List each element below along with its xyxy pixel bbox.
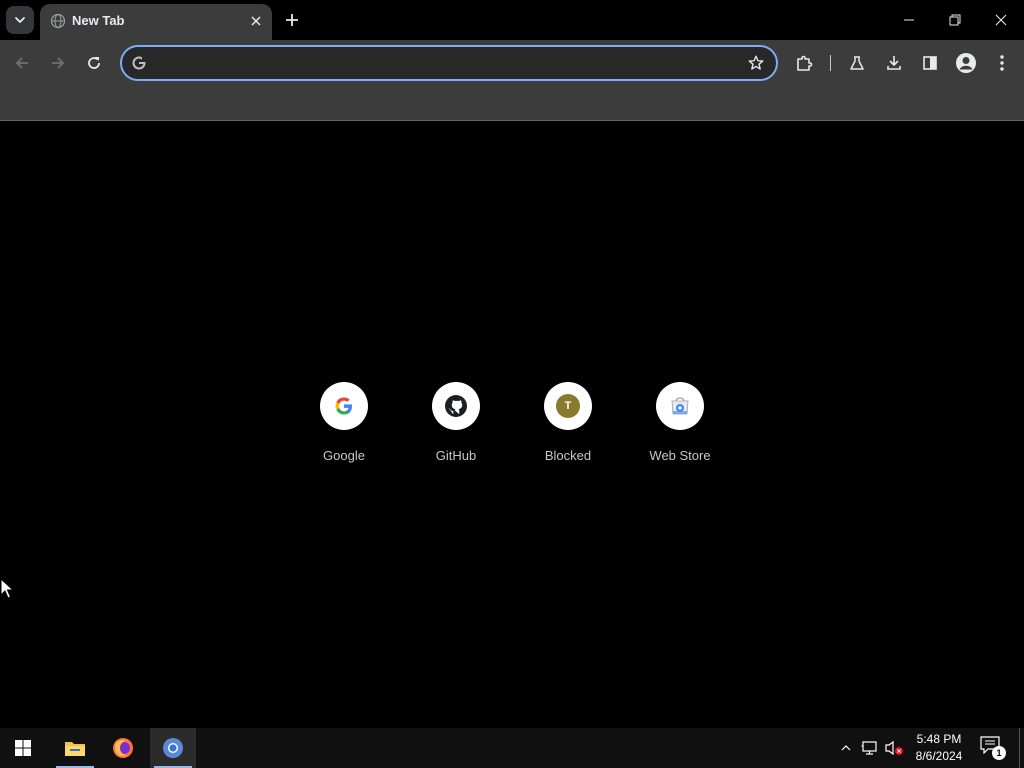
- google-icon: [335, 397, 352, 415]
- browser-title-bar: New Tab: [0, 0, 1024, 40]
- chevron-up-icon: [841, 745, 851, 751]
- minimize-icon: [904, 19, 914, 21]
- taskbar-firefox[interactable]: [100, 728, 146, 768]
- side-panel-button[interactable]: [916, 49, 944, 77]
- network-button[interactable]: [860, 738, 880, 758]
- side-panel-icon: [923, 56, 937, 70]
- shortcut-label: Web Store: [649, 448, 711, 463]
- shortcut-label: Google: [323, 448, 365, 463]
- bookmarks-bar: [0, 85, 1024, 121]
- shortcut-label: GitHub: [435, 448, 477, 463]
- google-g-icon: [132, 56, 147, 70]
- shortcut-icon-tile: T: [544, 382, 592, 430]
- menu-button[interactable]: [988, 49, 1016, 77]
- puzzle-icon: [797, 55, 813, 71]
- shortcut-label: Blocked: [544, 448, 592, 463]
- file-explorer-icon: [65, 742, 85, 756]
- github-icon: [445, 395, 467, 417]
- volume-muted-icon: [885, 740, 903, 756]
- show-desktop-button[interactable]: [1019, 728, 1024, 768]
- browser-toolbar: [0, 40, 1024, 85]
- extensions-button[interactable]: [790, 49, 818, 77]
- close-icon: [995, 14, 1007, 26]
- tab-search-button[interactable]: [6, 6, 34, 34]
- taskbar-file-explorer[interactable]: [52, 728, 98, 768]
- new-tab-page: Google GitHub T Blocked Web Store: [0, 121, 1024, 728]
- shortcut-blocked[interactable]: T Blocked: [512, 375, 624, 475]
- notification-count-badge: 1: [992, 746, 1006, 760]
- arrow-right-icon: [52, 57, 65, 69]
- firefox-icon: [113, 738, 133, 758]
- close-window-button[interactable]: [978, 0, 1024, 40]
- start-button[interactable]: [0, 728, 46, 768]
- chrome-icon: [163, 738, 183, 758]
- arrow-left-icon: [15, 57, 28, 69]
- shortcut-icon-tile: [432, 382, 480, 430]
- show-hidden-icons-button[interactable]: [836, 738, 856, 758]
- close-icon: [251, 16, 261, 26]
- screen: New Tab Google GitHub T Blocked Web Stor…: [0, 0, 1024, 768]
- address-input[interactable]: [154, 51, 738, 77]
- chevron-down-icon: [15, 17, 25, 23]
- globe-icon: [50, 13, 66, 29]
- action-center-button[interactable]: 1: [980, 736, 1006, 760]
- flask-icon: [850, 56, 864, 70]
- web-store-icon: [671, 397, 689, 415]
- letter-t-icon: T: [556, 394, 580, 418]
- shortcut-github[interactable]: GitHub: [400, 375, 512, 475]
- restore-icon: [949, 14, 961, 26]
- labs-button[interactable]: [843, 49, 871, 77]
- shortcut-google[interactable]: Google: [288, 375, 400, 475]
- reload-button[interactable]: [80, 49, 108, 77]
- new-tab-button[interactable]: [280, 8, 304, 32]
- address-bar[interactable]: [120, 45, 778, 81]
- download-icon: [887, 56, 901, 70]
- back-button[interactable]: [8, 49, 36, 77]
- mouse-cursor-icon: [0, 578, 14, 599]
- forward-button[interactable]: [44, 49, 72, 77]
- kebab-menu-icon: [1000, 55, 1004, 71]
- tab-title: New Tab: [72, 13, 125, 28]
- shortcut-icon-tile: [320, 382, 368, 430]
- start-icon: [15, 740, 31, 756]
- avatar-icon: [956, 53, 976, 73]
- clock-time: 5:48 PM: [916, 732, 962, 746]
- toolbar-separator: [830, 55, 831, 71]
- restore-button[interactable]: [932, 0, 978, 40]
- taskbar-chrome[interactable]: [150, 728, 196, 768]
- plus-icon: [286, 14, 298, 26]
- reload-icon: [88, 57, 100, 69]
- profile-button[interactable]: [952, 49, 980, 77]
- star-icon: [748, 55, 764, 70]
- minimize-button[interactable]: [886, 0, 932, 40]
- tab-new-tab[interactable]: New Tab: [40, 4, 272, 40]
- downloads-button[interactable]: [880, 49, 908, 77]
- network-icon: [861, 741, 877, 755]
- shortcut-icon-tile: [656, 382, 704, 430]
- taskbar-clock[interactable]: 5:48 PM 8/6/2024: [906, 731, 972, 765]
- volume-button[interactable]: [884, 738, 904, 758]
- tab-close-button[interactable]: [246, 11, 266, 31]
- clock-date: 8/6/2024: [915, 749, 963, 763]
- bookmark-star-button[interactable]: [746, 53, 766, 73]
- shortcut-web-store[interactable]: Web Store: [624, 375, 736, 475]
- taskbar: 5:48 PM 8/6/2024 1: [0, 728, 1024, 768]
